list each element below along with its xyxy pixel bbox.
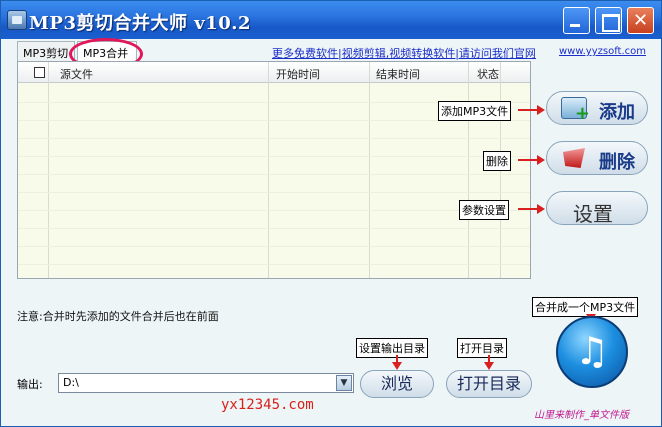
table-row bbox=[18, 228, 530, 229]
column-header-end[interactable]: 结束时间 bbox=[376, 66, 420, 82]
callout-open-dir: 打开目录 bbox=[457, 338, 507, 358]
watermark: yx12345.com bbox=[221, 397, 314, 413]
app-icon bbox=[7, 10, 27, 30]
website-link[interactable]: www.yyzsoft.com bbox=[559, 46, 646, 57]
output-label: 输出: bbox=[17, 378, 43, 391]
settings-button-label: 设置 bbox=[573, 202, 613, 226]
callout-output-dir: 设置输出目录 bbox=[356, 338, 428, 358]
callout-arrow bbox=[484, 355, 494, 370]
window-title: MP3剪切合并大师 v10.2 bbox=[29, 13, 252, 34]
callout-arrow bbox=[392, 355, 402, 370]
column-header-status[interactable]: 状态 bbox=[477, 66, 499, 82]
table-row bbox=[18, 264, 530, 265]
title-bar: MP3剪切合并大师 v10.2 ✕ bbox=[1, 1, 661, 39]
table-row bbox=[18, 174, 530, 175]
settings-button[interactable]: 设置 bbox=[546, 191, 648, 226]
table-row bbox=[18, 210, 530, 211]
column-header-source[interactable]: 源文件 bbox=[60, 66, 93, 82]
minimize-button[interactable] bbox=[563, 7, 590, 34]
delete-icon bbox=[563, 148, 585, 168]
add-button[interactable]: 添加 bbox=[546, 91, 648, 125]
table-header: 源文件 开始时间 结束时间 状态 bbox=[18, 62, 530, 83]
credit-text: 山里来制作_单文件版 bbox=[534, 410, 629, 421]
app-window: MP3剪切合并大师 v10.2 ✕ MP3剪切 MP3合并 更多免费软件|视频剪… bbox=[0, 0, 662, 427]
music-note-icon: ♫ bbox=[574, 329, 610, 373]
callout-add: 添加MP3文件 bbox=[438, 101, 512, 121]
delete-button-label: 删除 bbox=[599, 152, 635, 173]
table-row bbox=[18, 156, 530, 157]
merge-button[interactable]: ♫ bbox=[556, 316, 628, 388]
close-icon: ✕ bbox=[632, 10, 649, 31]
callout-arrow bbox=[586, 314, 596, 322]
open-dir-button[interactable]: 打开目录 bbox=[446, 370, 532, 398]
output-dir-value: D:\ bbox=[63, 376, 79, 389]
output-dir-select[interactable]: D:\ ▼ bbox=[58, 373, 354, 393]
chevron-down-icon[interactable]: ▼ bbox=[336, 375, 352, 391]
callout-arrow bbox=[518, 204, 545, 214]
callout-arrow bbox=[518, 105, 545, 115]
maximize-button[interactable] bbox=[595, 7, 622, 34]
merge-order-note: 注意:合并时先添加的文件合并后也在前面 bbox=[17, 310, 219, 323]
callout-delete: 删除 bbox=[483, 151, 511, 171]
callout-settings: 参数设置 bbox=[459, 200, 509, 220]
table-row bbox=[18, 138, 530, 139]
add-button-label: 添加 bbox=[599, 102, 635, 123]
add-file-icon bbox=[561, 97, 590, 124]
file-list-table[interactable]: 源文件 开始时间 结束时间 状态 bbox=[17, 61, 531, 279]
callout-arrow bbox=[518, 155, 545, 165]
table-row bbox=[18, 246, 530, 247]
table-row bbox=[18, 192, 530, 193]
close-button[interactable]: ✕ bbox=[627, 7, 654, 34]
promo-link[interactable]: 更多免费软件|视频剪辑,视频转换软件|请访问我们官网 bbox=[272, 45, 536, 61]
column-header-start[interactable]: 开始时间 bbox=[276, 66, 320, 82]
browse-button[interactable]: 浏览 bbox=[360, 370, 434, 398]
tab-mp3-cut[interactable]: MP3剪切 bbox=[17, 41, 75, 61]
delete-button[interactable]: 删除 bbox=[546, 141, 648, 175]
select-all-checkbox[interactable] bbox=[34, 67, 45, 78]
